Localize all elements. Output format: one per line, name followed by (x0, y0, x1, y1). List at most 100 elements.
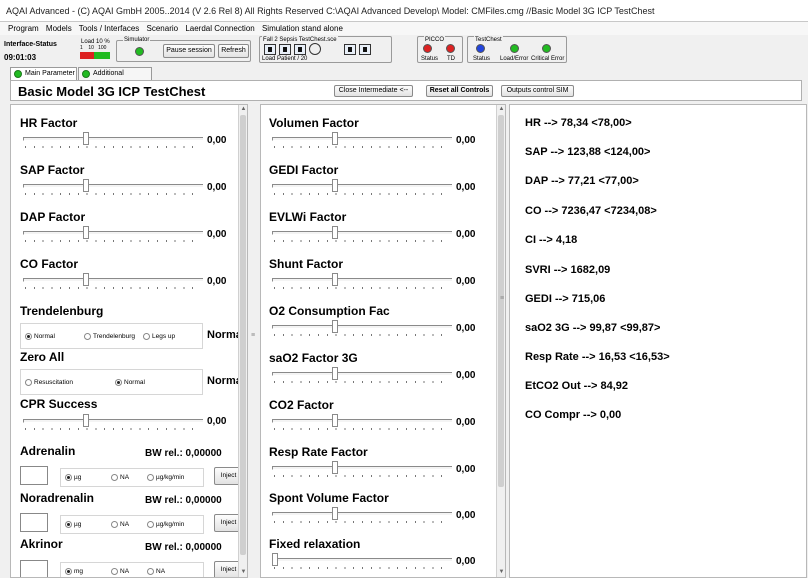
output-gedi: GEDI --> 715,06 (525, 293, 606, 305)
noradrenalin-unit-na-radio[interactable]: NA (111, 521, 129, 528)
dap-factor-slider[interactable] (23, 225, 203, 243)
page-title: Basic Model 3G ICP TestChest (18, 84, 206, 99)
o2-consumption-factor-slider[interactable] (272, 319, 452, 337)
akrinor-dose-input[interactable] (20, 560, 48, 577)
sap-factor-slider[interactable] (23, 178, 203, 196)
middle-panel-scrollbar[interactable]: ▲ ▼ (496, 105, 505, 577)
fixed-relaxation-slider[interactable] (272, 552, 452, 570)
trendelenburg-trendelenburg-radio[interactable]: Trendelenburg (84, 333, 135, 340)
akrinor-unit-na-radio[interactable]: NA (111, 568, 129, 575)
trendelenburg-radio-group: Normal Trendelenburg Legs up (20, 323, 203, 349)
tab-additional-parameter[interactable]: Additional Parameter (78, 67, 152, 89)
adrenalin-label: Adrenalin (20, 444, 76, 458)
o2-consumption-factor-label: O2 Consumption Fac (269, 304, 390, 318)
cpr-success-label: CPR Success (20, 397, 98, 411)
picco-group-label: PICCO (424, 36, 446, 44)
resp-rate-factor-slider[interactable] (272, 460, 452, 478)
menu-scenario[interactable]: Scenario (147, 24, 179, 33)
scenario-stop-icon[interactable] (294, 44, 306, 55)
close-intermediate-button[interactable]: Close Intermediate <-- (334, 85, 413, 97)
evlwi-factor-label: EVLWi Factor (269, 210, 347, 224)
splitter-handle-icon[interactable]: ≡ (251, 332, 255, 340)
scenario-start-icon[interactable] (264, 44, 276, 55)
outputs-control-sim-button[interactable]: Outputs control SIM (501, 85, 574, 97)
co2-factor-value: 0,00 (456, 417, 476, 428)
scenario-timer-icon[interactable] (309, 43, 321, 55)
menu-program[interactable]: Program (8, 24, 39, 33)
left-panel-scrollbar[interactable]: ▲ ▼ (238, 105, 247, 577)
window-title: AQAI Advanced - (C) AQAI GmbH 2005..2014… (0, 0, 808, 22)
menu-simulation-stand-alone[interactable]: Simulation stand alone (262, 24, 343, 33)
resp-rate-factor-label: Resp Rate Factor (269, 445, 368, 459)
noradrenalin-unit-ugkgmin-radio[interactable]: µg/kg/min (147, 521, 184, 528)
co2-factor-slider[interactable] (272, 413, 452, 431)
hr-factor-value: 0,00 (207, 135, 227, 146)
scenario-prev-icon[interactable] (344, 44, 356, 55)
co-factor-value: 0,00 (207, 276, 227, 287)
noradrenalin-dose-input[interactable] (20, 513, 48, 532)
gedi-factor-slider[interactable] (272, 178, 452, 196)
adrenalin-unit-na-radio[interactable]: NA (111, 474, 129, 481)
scroll-down-icon[interactable]: ▼ (497, 568, 505, 577)
noradrenalin-unit-group: µg NA µg/kg/min (60, 515, 204, 534)
akrinor-unit-mg-radio[interactable]: mg (65, 568, 83, 575)
shunt-factor-slider[interactable] (272, 272, 452, 290)
left-parameter-panel: HR Factor 0,00 SAP Factor 0,00 DAP Facto… (10, 104, 248, 578)
zero-all-normal-radio[interactable]: Normal (115, 379, 145, 386)
load-bar-red (80, 52, 94, 59)
output-resp-rate: Resp Rate --> 16,53 <16,53> (525, 351, 670, 363)
simulator-group: Simulator Pause session Refresh (116, 36, 251, 62)
menu-tools-interfaces[interactable]: Tools / Interfaces (79, 24, 139, 33)
scroll-down-icon[interactable]: ▼ (239, 568, 247, 577)
sao2-factor-3g-slider[interactable] (272, 366, 452, 384)
output-hr: HR --> 78,34 <78,00> (525, 117, 632, 129)
dap-factor-value: 0,00 (207, 229, 227, 240)
load-bar-green (94, 52, 110, 59)
noradrenalin-unit-ug-radio[interactable]: µg (65, 521, 81, 528)
scenario-next-icon[interactable] (359, 44, 371, 55)
tab-main-parameter[interactable]: Main Parameter (10, 67, 77, 80)
model-header: Basic Model 3G ICP TestChest Close Inter… (10, 80, 802, 101)
scroll-up-icon[interactable]: ▲ (497, 105, 505, 114)
cpr-success-slider[interactable] (23, 413, 203, 431)
pause-session-button[interactable]: Pause session (163, 44, 215, 58)
scenario-file-label: Fall 2 Sepsis TestChest.sce (262, 36, 338, 44)
testchest-critical-error-label: Critical Error (531, 56, 565, 62)
menu-laerdal-connection[interactable]: Laerdal Connection (185, 24, 254, 33)
scroll-up-icon[interactable]: ▲ (239, 105, 247, 114)
testchest-critical-error-led (542, 44, 551, 53)
output-co-compr: CO Compr --> 0,00 (525, 409, 622, 421)
dap-factor-label: DAP Factor (20, 210, 86, 224)
reset-all-controls-button[interactable]: Reset all Controls (426, 85, 493, 97)
hr-factor-slider[interactable] (23, 131, 203, 149)
testchest-load-error-label: Load/Error (500, 56, 529, 62)
evlwi-factor-slider[interactable] (272, 225, 452, 243)
trendelenburg-legs-up-radio[interactable]: Legs up (143, 333, 175, 340)
interface-status-label: Interface-Status (4, 41, 57, 48)
volumen-factor-label: Volumen Factor (269, 116, 359, 130)
adrenalin-dose-input[interactable] (20, 466, 48, 485)
refresh-button[interactable]: Refresh (218, 44, 249, 58)
noradrenalin-label: Noradrenalin (20, 491, 95, 505)
testchest-group-label: TestChest (474, 36, 503, 44)
adrenalin-unit-ugkgmin-radio[interactable]: µg/kg/min (147, 474, 184, 481)
picco-status-label: Status (421, 56, 439, 62)
splitter-handle-icon[interactable]: ≡ (500, 295, 504, 303)
co-factor-slider[interactable] (23, 272, 203, 290)
cpr-success-value: 0,00 (207, 416, 227, 427)
shunt-factor-value: 0,00 (456, 276, 476, 287)
akrinor-label: Akrinor (20, 537, 63, 551)
menu-models[interactable]: Models (46, 24, 72, 33)
adrenalin-unit-ug-radio[interactable]: µg (65, 474, 81, 481)
zero-all-resuscitation-radio[interactable]: Resuscitation (25, 379, 73, 386)
scroll-thumb[interactable] (240, 115, 246, 555)
trendelenburg-label: Trendelenburg (20, 304, 104, 318)
scenario-play-icon[interactable] (279, 44, 291, 55)
picco-status-led (423, 44, 432, 53)
akrinor-unit-na2-radio[interactable]: NA (147, 568, 165, 575)
trendelenburg-normal-radio[interactable]: Normal (25, 333, 55, 340)
volumen-factor-slider[interactable] (272, 131, 452, 149)
spont-volume-factor-slider[interactable] (272, 506, 452, 524)
clock-time: 09:01:03 (4, 53, 37, 62)
picco-td-label: TD (447, 56, 455, 62)
